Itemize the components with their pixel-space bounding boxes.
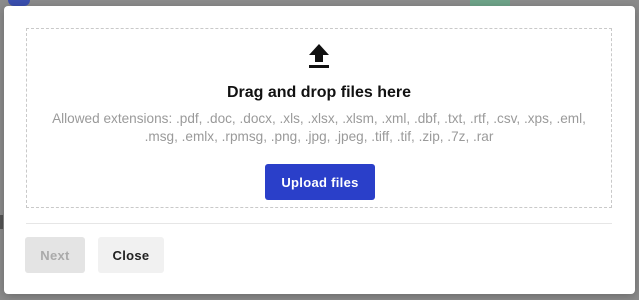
upload-files-button[interactable]: Upload files <box>265 164 375 200</box>
upload-dialog: Drag and drop files here Allowed extensi… <box>4 6 635 294</box>
divider <box>26 223 612 224</box>
dropzone-title: Drag and drop files here <box>226 84 412 101</box>
file-dropzone[interactable]: Drag and drop files here Allowed extensi… <box>26 28 612 208</box>
background-element <box>0 215 3 229</box>
next-button[interactable]: Next <box>25 237 85 273</box>
allowed-extensions-text: Allowed extensions: .pdf, .doc, .docx, .… <box>52 111 586 144</box>
close-button[interactable]: Close <box>98 237 164 273</box>
upload-icon <box>309 44 329 68</box>
